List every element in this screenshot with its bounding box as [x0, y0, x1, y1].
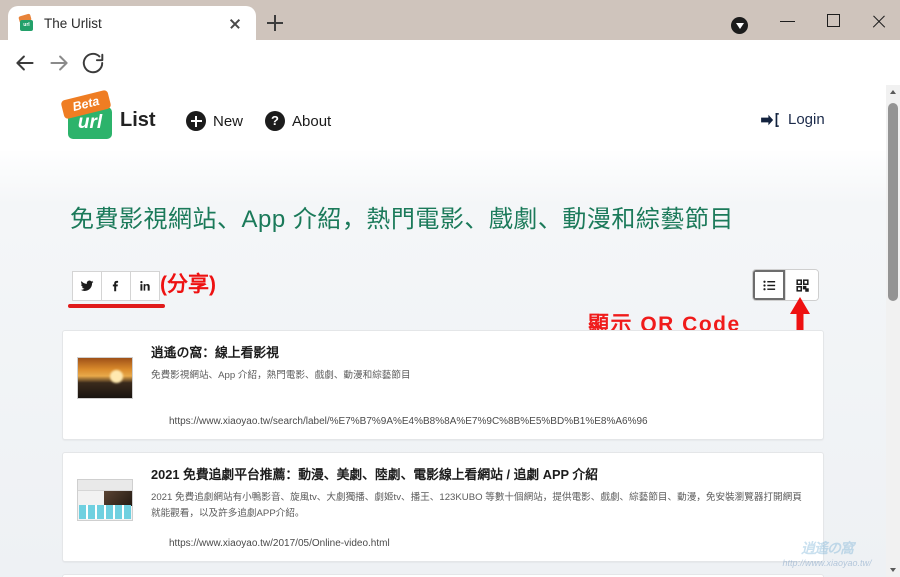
browser-window: url The Urlist theurlist.com/onlinevideo	[0, 0, 900, 577]
list-item[interactable]: 逍遙の窩：線上看影視 免費影視網站、App 介紹，熱門電影、戲劇、動漫和綜藝節目…	[62, 330, 824, 440]
nav-item-new-label: New	[213, 112, 244, 130]
page-title: 免費影視網站、App 介紹，熱門電影、戲劇、動漫和綜藝節目	[70, 206, 734, 233]
share-annotation-underline	[68, 304, 165, 308]
close-icon[interactable]	[856, 8, 900, 34]
linkedin-share-icon[interactable]	[130, 271, 160, 301]
list-item-title: 2021 免費追劇平台推薦：動漫、美劇、陸劇、電影線上看網站 / 追劇 APP …	[151, 467, 598, 482]
facebook-share-icon[interactable]	[101, 271, 131, 301]
minimize-icon[interactable]	[765, 8, 811, 34]
watermark-logo: 逍遙の窩	[801, 540, 854, 556]
tab-title: The Urlist	[44, 15, 102, 31]
browser-toolbar: theurlist.com/onlinevideo	[0, 40, 900, 117]
scroll-up-icon[interactable]	[886, 85, 900, 99]
qr-view-icon[interactable]	[786, 270, 818, 300]
page-viewport: url Beta List New ? About Login 免費影視網站、A…	[0, 85, 886, 577]
logo-list-text: List	[120, 109, 156, 131]
login-button[interactable]: Login	[760, 111, 825, 128]
scroll-down-icon[interactable]	[886, 563, 900, 577]
nav-item-new[interactable]: New	[186, 111, 243, 131]
plus-circle-icon	[186, 111, 206, 131]
reload-icon[interactable]	[80, 50, 106, 76]
urlist-favicon: url	[18, 12, 35, 32]
browser-title-bar: url The Urlist	[0, 0, 900, 40]
download-indicator-icon[interactable]	[731, 17, 748, 34]
plus-icon[interactable]	[262, 10, 288, 36]
page-scrollbar[interactable]	[886, 85, 900, 577]
close-icon[interactable]	[224, 12, 246, 34]
login-label: Login	[788, 111, 825, 128]
list-item-title: 逍遙の窩：線上看影視	[151, 345, 279, 360]
sunset-photo-thumbnail	[77, 357, 133, 399]
share-annotation-label: (分享)	[160, 273, 216, 296]
back-arrow-icon[interactable]	[12, 50, 38, 76]
site-watermark: 逍遙の窩 http://www.xiaoyao.tw/	[768, 540, 886, 574]
list-item-url[interactable]: https://www.xiaoyao.tw/2017/05/Online-vi…	[77, 537, 809, 551]
sign-in-icon	[760, 112, 780, 128]
browser-tab[interactable]: url The Urlist	[8, 6, 256, 40]
list-item-url[interactable]: https://www.xiaoyao.tw/search/label/%E7%…	[77, 415, 809, 429]
scrollbar-thumb[interactable]	[888, 103, 898, 301]
maximize-icon[interactable]	[811, 8, 857, 34]
list-item-description: 2021 免費追劇網站有小鴨影音、旋風tv、大劇獨播、劇姬tv、播王、123KU…	[151, 492, 802, 519]
list-item[interactable]: 2021 免費追劇平台推薦：動漫、美劇、陸劇、電影線上看網站 / 追劇 APP …	[62, 452, 824, 563]
webpage-screenshot-thumbnail	[77, 479, 133, 521]
share-button-group	[72, 271, 160, 301]
link-list: 逍遙の窩：線上看影視 免費影視網站、App 介紹，熱門電影、戲劇、動漫和綜藝節目…	[62, 330, 824, 577]
urlist-logo[interactable]: url Beta	[60, 89, 120, 141]
twitter-share-icon[interactable]	[72, 271, 102, 301]
list-item-description: 免費影視網站、App 介紹，熱門電影、戲劇、動漫和綜藝節目	[151, 370, 411, 382]
site-header: url Beta List New ? About Login	[0, 85, 886, 151]
nav-item-about[interactable]: ? About	[265, 111, 331, 131]
question-circle-icon: ?	[265, 111, 285, 131]
forward-arrow-icon[interactable]	[46, 50, 72, 76]
nav-item-about-label: About	[292, 112, 332, 130]
watermark-url: http://www.xiaoyao.tw/	[782, 557, 872, 568]
list-view-icon[interactable]	[753, 270, 785, 300]
